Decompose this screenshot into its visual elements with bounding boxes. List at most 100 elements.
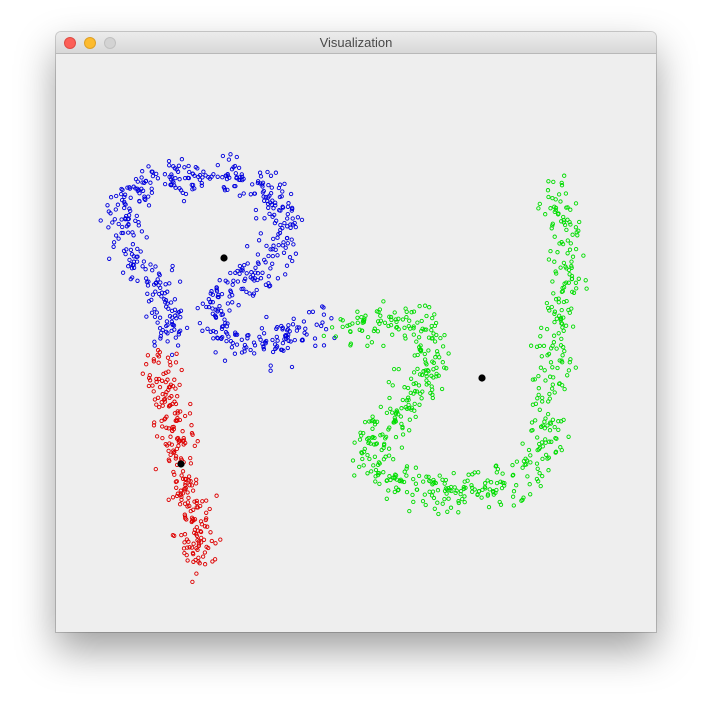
data-point — [219, 308, 224, 314]
data-point — [375, 329, 381, 334]
data-point — [209, 538, 214, 544]
data-point — [266, 274, 271, 279]
data-point — [415, 366, 420, 372]
data-point — [550, 365, 555, 370]
data-point — [565, 217, 570, 222]
data-point — [254, 216, 259, 221]
data-point — [107, 256, 112, 261]
data-point — [440, 344, 446, 349]
data-point — [552, 319, 557, 325]
data-point — [551, 340, 557, 345]
data-point — [167, 359, 172, 365]
data-point — [432, 312, 437, 317]
data-point — [288, 339, 293, 344]
data-point — [321, 343, 327, 348]
data-point — [462, 499, 467, 505]
data-point — [427, 489, 432, 494]
data-point — [413, 465, 419, 470]
data-point — [540, 456, 545, 462]
data-point — [436, 511, 441, 517]
data-point — [211, 336, 216, 341]
data-point — [388, 406, 393, 411]
data-point — [390, 410, 395, 415]
data-point — [538, 483, 543, 489]
data-point — [146, 383, 152, 389]
data-point — [543, 378, 548, 383]
data-point — [290, 258, 295, 264]
data-point — [284, 263, 290, 268]
data-point — [584, 286, 589, 291]
data-point — [143, 276, 149, 281]
data-point — [271, 236, 276, 242]
data-point — [230, 282, 235, 287]
data-point — [534, 461, 540, 466]
data-point — [321, 312, 327, 317]
data-point — [223, 320, 228, 326]
data-point — [416, 473, 422, 479]
data-point — [179, 367, 184, 373]
data-point — [154, 171, 159, 177]
data-point — [193, 481, 199, 486]
data-point — [291, 242, 296, 247]
data-point — [381, 343, 386, 349]
data-point — [232, 351, 238, 356]
data-point — [421, 369, 426, 374]
data-point — [168, 363, 173, 368]
data-point — [423, 502, 428, 508]
data-point — [410, 492, 415, 498]
data-point — [402, 385, 407, 390]
data-point — [415, 320, 420, 325]
data-point — [286, 323, 291, 328]
data-point — [254, 287, 259, 293]
data-point — [414, 339, 419, 344]
data-point — [440, 360, 445, 365]
data-point — [170, 263, 175, 269]
data-point — [556, 300, 561, 305]
data-point — [451, 470, 456, 476]
data-point — [378, 404, 383, 410]
data-point — [550, 279, 555, 284]
data-point — [583, 278, 588, 283]
data-point — [145, 353, 151, 358]
data-point — [160, 435, 165, 441]
data-point — [558, 343, 564, 348]
data-point — [419, 372, 425, 378]
data-point — [384, 496, 389, 501]
data-point — [185, 558, 190, 563]
data-point — [187, 545, 192, 550]
data-point — [412, 401, 417, 407]
data-point — [217, 303, 222, 309]
data-point — [340, 324, 345, 330]
data-point — [273, 170, 279, 175]
data-point — [419, 318, 424, 324]
data-point — [399, 406, 404, 411]
data-point — [210, 306, 215, 311]
data-point — [268, 266, 273, 271]
data-point — [111, 240, 117, 245]
data-point — [112, 217, 117, 222]
data-point — [448, 505, 454, 510]
data-point — [271, 206, 276, 211]
data-point — [241, 191, 246, 196]
data-point — [180, 469, 186, 474]
data-point — [168, 300, 174, 305]
data-point — [381, 299, 386, 304]
data-point — [164, 319, 170, 324]
data-point — [201, 537, 207, 542]
data-point — [143, 267, 148, 272]
data-point — [404, 466, 409, 471]
data-point — [192, 443, 197, 449]
title-bar[interactable]: Visualization — [56, 32, 656, 54]
data-point — [566, 368, 572, 373]
visualization-window: Visualization — [56, 32, 656, 632]
data-point — [576, 276, 581, 281]
data-point — [116, 236, 121, 241]
data-point — [565, 238, 570, 243]
data-point — [320, 320, 325, 325]
data-point — [190, 488, 196, 493]
data-point — [462, 494, 467, 499]
data-point — [539, 325, 544, 331]
data-point — [537, 407, 542, 412]
data-point — [229, 345, 235, 350]
data-point — [293, 251, 299, 256]
